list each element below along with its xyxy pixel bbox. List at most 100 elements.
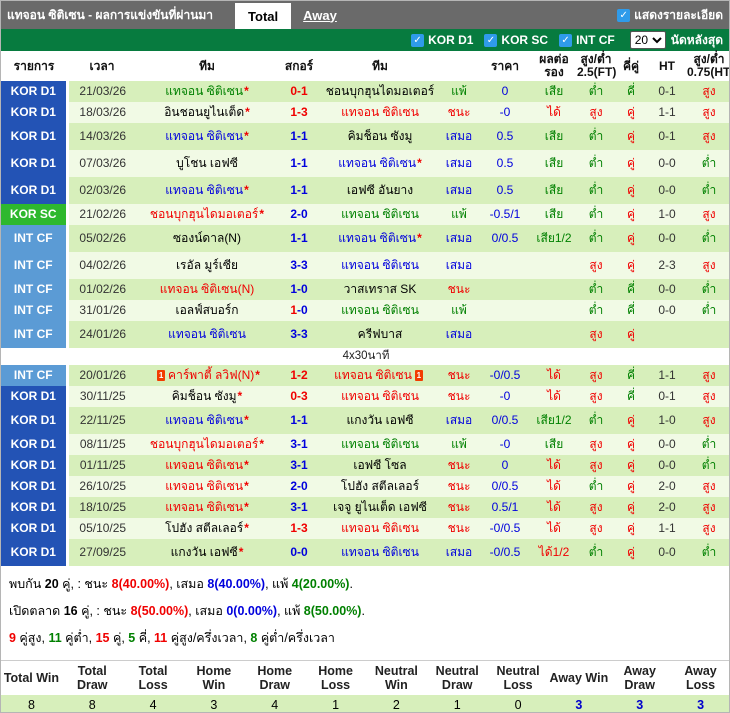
tab-total[interactable]: Total — [235, 3, 292, 29]
match-count-select[interactable]: 20 — [629, 31, 666, 49]
odd-even: คู่ — [626, 231, 636, 245]
odd-even: คู่ — [626, 156, 636, 170]
checkmark-icon: ✓ — [411, 33, 425, 47]
odd-even: คู่ — [626, 458, 636, 472]
team-name: เอฟซี อันยาง — [346, 183, 414, 197]
handicap-result-cell: เสีย — [531, 434, 577, 455]
over-under-ft-cell: ต่ำ — [577, 81, 615, 102]
odd-even-cell: คู่ — [615, 455, 647, 476]
over-under-ft-cell: สูง — [577, 518, 615, 539]
red-card-icon: 1 — [414, 370, 423, 382]
ht-score-cell: 2-0 — [647, 497, 687, 518]
result-text: เสมอ — [445, 183, 473, 197]
team-name: แทจอน ซิติเซน — [341, 389, 419, 403]
match-row: KOR D1 18/03/26 อินชอนยูไนเต็ด* 1-3 แทจอน ซิ… — [1, 102, 729, 123]
over-under-ht: ต่ำ — [701, 458, 717, 472]
score-cell: 1-1 — [277, 150, 321, 177]
home-away-star: * — [259, 437, 265, 451]
match-row: INT CF 04/02/26 เรอัล มูร์เซีย 3-3 แทจอน ซิต… — [1, 252, 729, 279]
summary-segment: , แพ้ — [277, 604, 304, 618]
ht-score-cell: 0-0 — [647, 150, 687, 177]
odd-even: คู่ — [626, 521, 636, 535]
over-under-ht: ต่ำ — [701, 437, 717, 451]
summary-segment: 8(40.00%) — [207, 577, 266, 591]
result-cell: ชนะ — [439, 518, 479, 539]
handicap-line: 0.5 — [496, 156, 514, 170]
summary-segment: พบกัน — [9, 577, 45, 591]
half-time-score: 0-1 — [658, 129, 676, 143]
date-cell: 21/02/26 — [67, 204, 137, 225]
score-cell: 1-3 — [277, 102, 321, 123]
full-time-score: 1-2 — [290, 368, 308, 382]
team-name: ชอนบุกฮุนไดมอเตอร์ — [149, 437, 259, 451]
over-under-ft-cell: ต่ำ — [577, 150, 615, 177]
handicap-result: ได้ — [547, 368, 561, 382]
team-name: เรอัล มูร์เซีย — [175, 258, 239, 272]
score-cell: 1-1 — [277, 225, 321, 252]
home-team-cell: ชอนบุกฮุนไดมอเตอร์* — [137, 434, 277, 455]
handicap-cell: 0 — [479, 455, 531, 476]
handicap-result: เสีย — [544, 156, 564, 170]
date-cell: 27/09/25 — [67, 539, 137, 566]
filter-int-cf-checkbox[interactable]: ✓ INT CF — [559, 33, 621, 47]
team-name: แทจอน ซิติเซน — [334, 368, 412, 382]
match-format-note: 4x30นาที — [1, 348, 729, 365]
handicap-line: 0/0.5 — [491, 231, 519, 245]
over-under-ft: ต่ำ — [588, 231, 604, 245]
home-team-cell: ซองน์ดาล(N) — [137, 225, 277, 252]
result-text: ชนะ — [447, 368, 471, 382]
half-time-score: 0-1 — [658, 389, 676, 403]
league-filter-bar: ✓ KOR D1 ✓ KOR SC ✓ INT CF 20 นัดหลังสุด — [1, 29, 729, 51]
summary-segment: 0(0.00%) — [226, 604, 278, 618]
summary-segment: 9 — [9, 631, 16, 645]
summary-segment: 11 — [154, 631, 168, 645]
league-badge: KOR D1 — [1, 150, 69, 177]
over-under-ht: ต่ำ — [701, 156, 717, 170]
home-team-cell: แกงวัน เอฟซี* — [137, 539, 277, 566]
over-under-ft-cell: ต่ำ — [577, 476, 615, 497]
handicap-result: ได้ — [547, 521, 561, 535]
over-under-ft: ต่ำ — [588, 183, 604, 197]
handicap-result: เสีย — [544, 129, 564, 143]
handicap-cell: -0.5/1 — [479, 204, 531, 225]
over-under-ht: สูง — [702, 207, 716, 221]
half-time-score: 0-1 — [658, 84, 676, 98]
summary-segment: 4(20.00%) — [291, 577, 350, 591]
result-text: เสมอ — [445, 156, 473, 170]
score-cell: 1-3 — [277, 518, 321, 539]
filter-kor-d1-checkbox[interactable]: ✓ KOR D1 — [411, 33, 479, 47]
result-cell: เสมอ — [439, 123, 479, 150]
half-time-score: 1-0 — [658, 413, 676, 427]
stats-count-value: 1 — [305, 695, 366, 712]
team-name: คิมช็อน ซังมู — [347, 129, 413, 143]
ht-score-cell: 0-1 — [647, 123, 687, 150]
home-team-cell: 1 คาร์พาตี้ ลวิฟ(N)* — [137, 365, 277, 386]
half-time-score: 1-1 — [658, 368, 676, 382]
handicap-result-cell: ได้ — [531, 476, 577, 497]
away-team-cell: เจจู ยูไนเต็ด เอฟซี — [321, 497, 439, 518]
handicap-line: -0 — [499, 437, 511, 451]
over-under-ft-cell: สูง — [577, 455, 615, 476]
score-cell: 3-3 — [277, 321, 321, 348]
show-details-checkbox[interactable]: ✓ แสดงรายละเอียด — [617, 6, 723, 25]
away-team-cell: แทจอน ซิติเซน 1 — [321, 365, 439, 386]
filter-kor-sc-checkbox[interactable]: ✓ KOR SC — [484, 33, 554, 47]
summary-block: พบกัน 20 คู่, : ชนะ 8(40.00%), เสมอ 8(40… — [1, 566, 729, 660]
half-time-score: 2-3 — [658, 258, 676, 272]
over-under-ft: ต่ำ — [588, 156, 604, 170]
ht-score-cell: 2-0 — [647, 476, 687, 497]
tab-away[interactable]: Away — [291, 1, 349, 29]
over-under-ht-cell: สูง — [687, 476, 729, 497]
home-team-cell: แทจอน ซิติเซน* — [137, 497, 277, 518]
team-name: แทจอน ซิติเซน — [165, 458, 244, 472]
odd-even-cell: คู่ — [615, 252, 647, 279]
team-name: แทจอน ซิติเซน — [341, 521, 419, 535]
score-cell: 3-1 — [277, 455, 321, 476]
result-text: ชนะ — [447, 458, 471, 472]
over-under-ft-cell: สูง — [577, 497, 615, 518]
odd-even: คู่ — [626, 413, 636, 427]
ht-score-cell: 0-0 — [647, 434, 687, 455]
over-under-ht-cell: ต่ำ — [687, 150, 729, 177]
score-cell: 0-0 — [277, 539, 321, 566]
ht-score-cell: 1-0 — [647, 407, 687, 434]
